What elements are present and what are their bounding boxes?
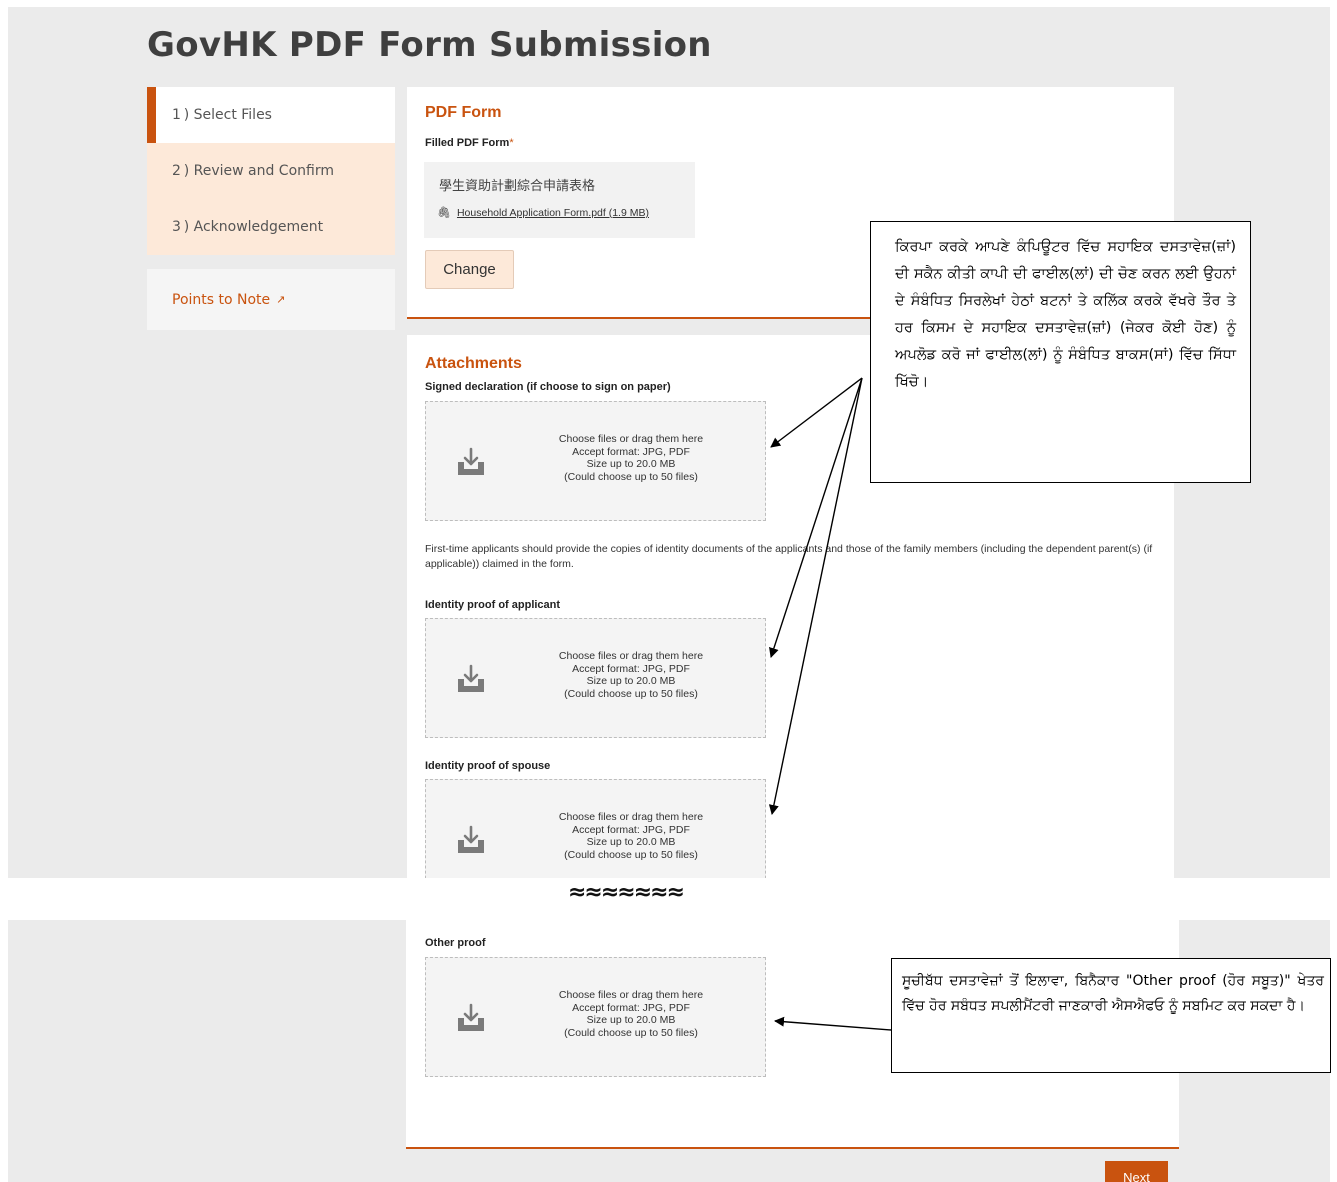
arrow-to-signed-declaration: [770, 377, 863, 448]
arrow-to-other-proof: [774, 1016, 892, 1031]
arrow-to-identity-applicant: [769, 377, 863, 658]
annotated-screenshot: GovHK PDF Form Submission 1 ) Select Fil…: [0, 0, 1337, 1182]
arrow-to-identity-spouse: [768, 377, 863, 815]
annotation-arrows: [768, 377, 892, 1031]
